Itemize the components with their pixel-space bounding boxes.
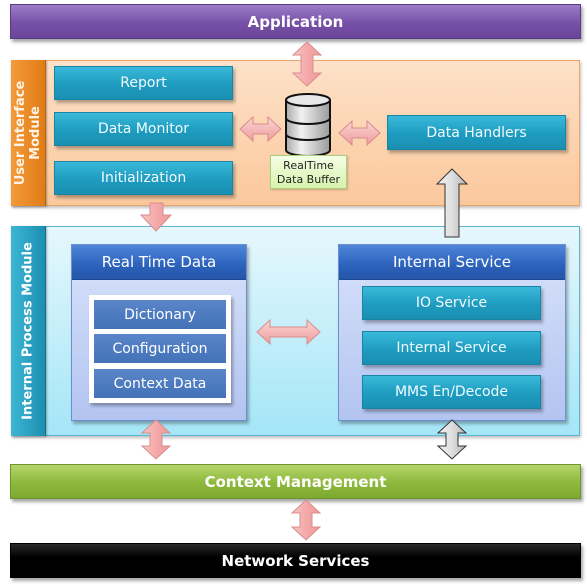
real-time-data-list: Dictionary Configuration Context Data (89, 295, 231, 403)
real-time-data-header: Real Time Data (72, 245, 246, 280)
dictionary-item: Dictionary (94, 300, 226, 329)
user-interface-module-label: User Interface Module (13, 81, 43, 186)
context-management-label: Context Management (204, 472, 387, 491)
application-layer: Application (10, 4, 581, 39)
configuration-item: Configuration (94, 334, 226, 363)
data-handlers-box: Data Handlers (387, 115, 566, 150)
internal-service-title: Internal Service (392, 253, 511, 271)
initialization-box: Initialization (54, 161, 233, 195)
io-service-box: IO Service (362, 286, 541, 320)
internal-service-label: Internal Service (396, 340, 507, 356)
initialization-label: Initialization (100, 170, 187, 186)
internal-service-header: Internal Service (339, 245, 565, 280)
user-interface-module-label-bar: User Interface Module (11, 60, 46, 206)
data-monitor-box: Data Monitor (54, 112, 233, 146)
configuration-label: Configuration (112, 340, 208, 357)
context-data-item: Context Data (94, 369, 226, 398)
internal-service-box: Internal Service (362, 331, 541, 365)
dictionary-label: Dictionary (124, 306, 196, 323)
real-time-data-title: Real Time Data (101, 253, 217, 271)
io-service-label: IO Service (415, 295, 488, 311)
network-services-label: Network Services (221, 551, 370, 570)
mms-decode-box: MMS En/Decode (362, 375, 541, 409)
report-label: Report (120, 75, 167, 91)
context-data-label: Context Data (113, 375, 207, 392)
data-monitor-label: Data Monitor (97, 121, 190, 137)
mms-decode-label: MMS En/Decode (394, 384, 509, 400)
buffer-label-line1: RealTime (283, 159, 334, 172)
ui-label-line2: Module (28, 106, 43, 160)
report-box: Report (54, 66, 233, 100)
application-label: Application (247, 12, 344, 31)
context-network-arrow-icon (290, 499, 322, 541)
ui-label-line1: User Interface (13, 80, 28, 186)
database-icon (285, 93, 331, 157)
internal-process-module-label-bar: Internal Process Module (11, 226, 46, 436)
real-time-data-panel: Real Time Data Dictionary Configuration … (71, 244, 247, 421)
buffer-label-line2: Data Buffer (276, 173, 341, 186)
data-handlers-label: Data Handlers (426, 124, 527, 141)
context-management-layer: Context Management (10, 464, 581, 499)
internal-process-module-label: Internal Process Module (20, 242, 36, 420)
network-services-layer: Network Services (10, 543, 581, 578)
realtime-data-buffer-label: RealTime Data Buffer (270, 155, 347, 189)
